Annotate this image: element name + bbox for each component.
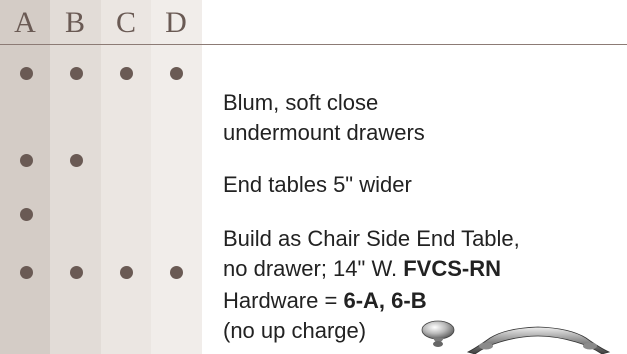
option-dot-row-4-col-d [169,265,183,279]
row-4-text: Hardware = 6-A, 6-B (no up charge) [223,286,427,346]
column-header-c: C [115,6,136,39]
row-4-line-2: (no up charge) [223,318,367,343]
option-dot-row-1-col-b [69,66,83,80]
row-4-hardware-codes: 6-A, 6-B [343,288,427,313]
option-dot-row-1-col-c [119,66,133,80]
column-a-band [0,0,50,354]
row-2-text: End tables 5" wider [223,170,412,200]
column-header-a: A [14,6,36,39]
row-1-line-1: Blum, soft close [223,90,379,115]
option-dot-row-4-col-b [69,265,83,279]
knob-hardware-icon [421,320,455,347]
option-dot-row-1-col-d [169,66,183,80]
row-1-text: Blum, soft close undermount drawers [223,88,425,148]
column-b-band [50,0,101,354]
row-3-line-1: Build as Chair Side End Table, [223,226,520,251]
option-dot-row-4-col-a [19,265,33,279]
header-rule [0,44,627,45]
column-header-d: D [165,6,187,39]
option-dot-row-3-col-a [19,207,33,221]
column-d-band [151,0,202,354]
option-dot-row-4-col-c [119,265,133,279]
row-3-line-2: no drawer; 14" W. FVCS-RN [223,256,502,281]
option-dot-row-2-col-b [69,153,83,167]
row-2-line-1: End tables 5" wider [223,172,412,197]
column-c-band [101,0,151,354]
option-dot-row-1-col-a [19,66,33,80]
pull-handle-hardware-icon [466,326,611,354]
row-1-line-2: undermount drawers [223,120,425,145]
column-header-b: B [64,6,85,39]
option-dot-row-2-col-a [19,153,33,167]
row-4-line-1: Hardware = 6-A, 6-B [223,288,427,313]
row-3-text: Build as Chair Side End Table, no drawer… [223,224,520,284]
row-3-model-code: FVCS-RN [403,256,502,281]
